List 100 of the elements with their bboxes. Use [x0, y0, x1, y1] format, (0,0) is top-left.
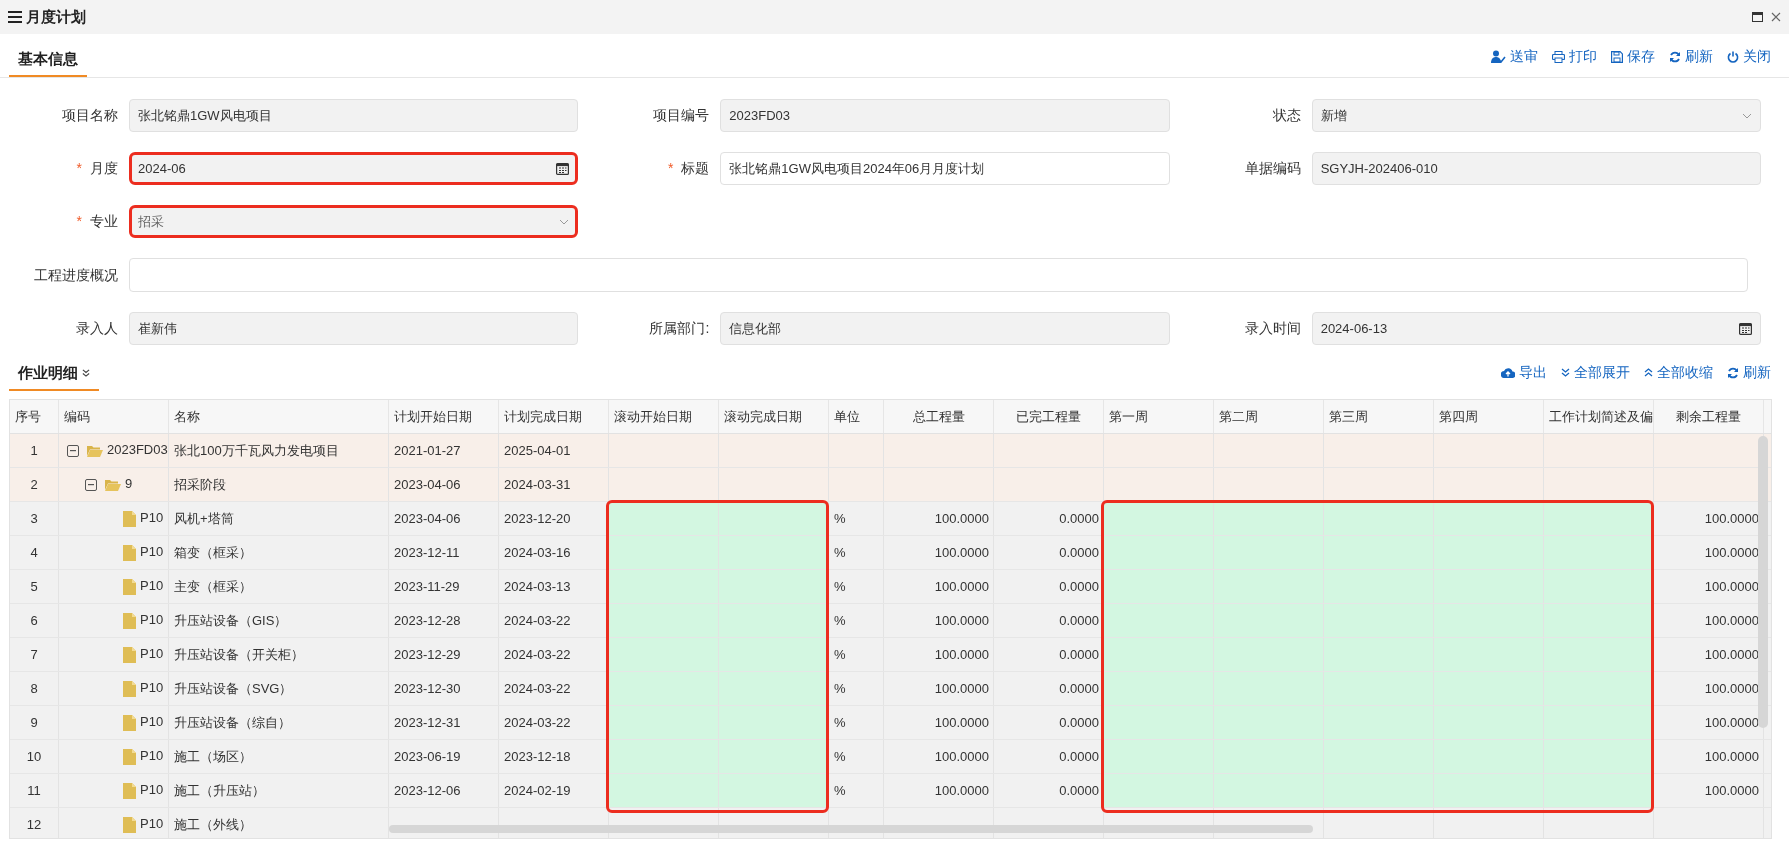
collapse-toggle-icon[interactable]: [67, 444, 79, 457]
field-label: 录入人: [76, 319, 118, 338]
column-header[interactable]: 计划完成日期: [499, 400, 609, 433]
editable-cell[interactable]: [1544, 740, 1654, 773]
editable-cell[interactable]: [1214, 502, 1324, 535]
column-header[interactable]: 工作计划简述及偏: [1544, 400, 1654, 433]
table-cell: 招采阶段: [169, 468, 389, 501]
editable-cell[interactable]: [719, 638, 829, 671]
refresh-button[interactable]: 刷新: [1669, 46, 1713, 67]
table-row[interactable]: 3 P10 风机+塔筒 2023-04-06 2023-12-20 % 100.0000 0.0000 100.0000: [10, 502, 1771, 536]
export-button[interactable]: 导出: [1501, 362, 1547, 383]
editable-cell[interactable]: [1104, 502, 1214, 535]
field-label: 单据编码: [1244, 159, 1301, 178]
table-row[interactable]: 9 P10 升压站设备（综自） 2023-12-31 2024-03-22 % 100.0000 0.0000 100.0000: [10, 706, 1771, 740]
editable-cell[interactable]: [1544, 570, 1654, 603]
editable-cell[interactable]: [609, 570, 719, 603]
column-header[interactable]: 剩余工程量: [1654, 400, 1764, 433]
editable-cell[interactable]: [1104, 536, 1214, 569]
editable-cell[interactable]: [719, 502, 829, 535]
editable-cell[interactable]: [719, 740, 829, 773]
editable-cell[interactable]: [1104, 604, 1214, 637]
menu-icon[interactable]: [8, 11, 22, 23]
editable-cell[interactable]: [1104, 570, 1214, 603]
save-button[interactable]: 保存: [1611, 46, 1655, 67]
collapse-toggle-icon[interactable]: [85, 478, 97, 491]
print-button[interactable]: 打印: [1552, 46, 1597, 67]
tab[interactable]: 作业明细: [9, 357, 99, 391]
column-header[interactable]: 第一周: [1104, 400, 1214, 433]
table-row[interactable]: 10 P10 施工（场区） 2023-06-19 2023-12-18 % 100.0000 0.0000 100.0000: [10, 740, 1771, 774]
editable-cell[interactable]: [1324, 502, 1434, 535]
editable-cell[interactable]: [1544, 536, 1654, 569]
table-cell: 施工（外线）: [169, 808, 389, 838]
table-row[interactable]: 1 2023FD03 张北100万千瓦风力发电项目 2021-01-27 2025-04-01: [10, 434, 1771, 468]
editable-cell[interactable]: [1544, 672, 1654, 705]
field-label: 项目编号: [653, 106, 710, 125]
editable-cell[interactable]: [609, 706, 719, 739]
column-header[interactable]: 第二周: [1214, 400, 1324, 433]
editable-cell[interactable]: [1544, 774, 1654, 807]
column-header[interactable]: 计划开始日期: [389, 400, 499, 433]
submit-button[interactable]: 送审: [1491, 46, 1538, 67]
editable-cell[interactable]: [1544, 502, 1654, 535]
row-number: 4: [10, 536, 59, 569]
column-header[interactable]: 滚动完成日期: [719, 400, 829, 433]
column-header[interactable]: 滚动开始日期: [609, 400, 719, 433]
column-header[interactable]: 第四周: [1434, 400, 1544, 433]
vertical-scrollbar[interactable]: [1758, 436, 1768, 728]
table-row[interactable]: 8 P10 升压站设备（SVG） 2023-12-30 2024-03-22 % 100.0000 0.0000 100.0000: [10, 672, 1771, 706]
table-row[interactable]: 11 P10 施工（升压站） 2023-12-06 2024-02-19 % 100.0000 0.0000 100.0000: [10, 774, 1771, 808]
editable-cell[interactable]: [1544, 638, 1654, 671]
column-header[interactable]: 编码: [59, 400, 169, 433]
editable-cell[interactable]: [1214, 774, 1324, 807]
collapse-button[interactable]: 全部收缩: [1644, 362, 1713, 383]
refresh-button[interactable]: 刷新: [1727, 362, 1771, 383]
table-row[interactable]: 5 P10 主变（框采） 2023-11-29 2024-03-13 % 100.0000 0.0000 100.0000: [10, 570, 1771, 604]
table-cell: 2024-03-31: [499, 468, 609, 501]
editable-cell[interactable]: [719, 672, 829, 705]
close-icon[interactable]: [1771, 12, 1781, 22]
editable-cell[interactable]: [1324, 774, 1434, 807]
table-row[interactable]: 6 P10 升压站设备（GIS） 2023-12-28 2024-03-22 % 100.0000 0.0000 100.0000: [10, 604, 1771, 638]
editable-cell[interactable]: [1544, 604, 1654, 637]
table-row[interactable]: 4 P10 箱变（框采） 2023-12-11 2024-03-16 % 100.0000 0.0000 100.0000: [10, 536, 1771, 570]
editable-cell[interactable]: [719, 774, 829, 807]
horizontal-scrollbar[interactable]: [389, 825, 1313, 833]
editable-cell[interactable]: [609, 638, 719, 671]
table-cell: 100.0000: [1654, 774, 1764, 807]
column-header[interactable]: 第三周: [1324, 400, 1434, 433]
expand-button[interactable]: 全部展开: [1561, 362, 1630, 383]
editable-cell[interactable]: [1104, 706, 1214, 739]
editable-cell[interactable]: [609, 536, 719, 569]
editable-cell[interactable]: [719, 570, 829, 603]
editable-cell[interactable]: [1544, 706, 1654, 739]
editable-cell[interactable]: [609, 740, 719, 773]
editable-cell[interactable]: [719, 604, 829, 637]
editable-cell[interactable]: [1104, 740, 1214, 773]
table-row[interactable]: 2 9 招采阶段 2023-04-06 2024-03-31: [10, 468, 1771, 502]
column-header[interactable]: 已完工程量: [994, 400, 1104, 433]
column-header[interactable]: 单位: [829, 400, 884, 433]
editable-cell[interactable]: [719, 706, 829, 739]
row-number: 12: [10, 808, 59, 838]
editable-cell[interactable]: [1104, 638, 1214, 671]
editable-cell[interactable]: [1434, 774, 1544, 807]
input-field[interactable]: 张北铭鼎1GW风电项目2024年06月月度计划: [720, 152, 1170, 185]
editable-cell[interactable]: [1104, 774, 1214, 807]
editable-cell[interactable]: [1104, 672, 1214, 705]
editable-cell[interactable]: [609, 672, 719, 705]
table-cell: 100.0000: [884, 604, 994, 637]
table-row[interactable]: 7 P10 升压站设备（开关柜） 2023-12-29 2024-03-22 % 100.0000 0.0000 100.0000: [10, 638, 1771, 672]
editable-cell[interactable]: [1434, 502, 1544, 535]
column-header[interactable]: 序号: [10, 400, 59, 433]
editable-cell[interactable]: [609, 604, 719, 637]
input-field[interactable]: [129, 258, 1748, 292]
close-button[interactable]: 关闭: [1727, 46, 1771, 67]
editable-cell[interactable]: [719, 536, 829, 569]
tab[interactable]: 基本信息: [9, 43, 87, 77]
maximize-icon[interactable]: [1752, 12, 1763, 22]
table-cell: 升压站设备（开关柜）: [169, 638, 389, 671]
column-header[interactable]: 名称: [169, 400, 389, 433]
column-header[interactable]: 总工程量: [884, 400, 994, 433]
editable-cell[interactable]: [609, 774, 719, 807]
editable-cell[interactable]: [609, 502, 719, 535]
